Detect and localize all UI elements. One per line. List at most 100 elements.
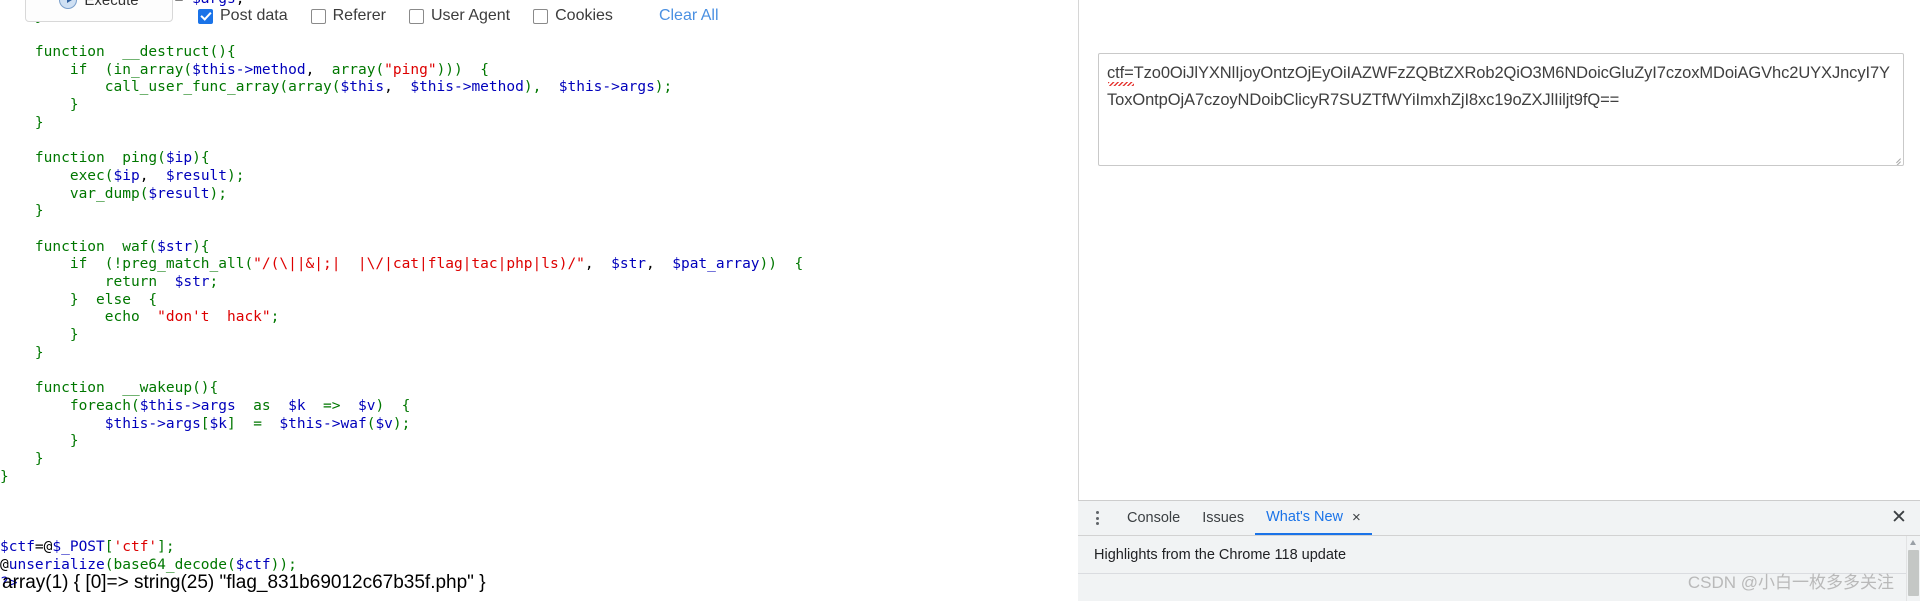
option-user-agent[interactable]: User Agent xyxy=(408,7,510,25)
drawer-tab-label: Issues xyxy=(1202,510,1245,526)
close-icon[interactable]: ✕ xyxy=(1889,508,1909,528)
clear-all-link[interactable]: Clear All xyxy=(659,7,719,25)
more-options-icon[interactable] xyxy=(1086,505,1108,531)
code-token: )) { xyxy=(759,256,804,273)
code-token: function waf xyxy=(0,238,149,255)
code-token: function ping xyxy=(0,150,158,167)
code-token: array xyxy=(331,61,376,78)
code-token: $str xyxy=(611,256,647,273)
code-token: = xyxy=(235,415,280,432)
post-data-textarea[interactable]: ctf=Tzo0OiJlYXNlIjoyOntzOjEyOiIAZWFzZQBt… xyxy=(1098,53,1904,166)
code-token: ) xyxy=(192,238,201,255)
drawer-tab-console[interactable]: Console xyxy=(1116,501,1191,535)
code-token: $result xyxy=(165,167,228,184)
php-source-code: $this->args = $args; } function __destru… xyxy=(0,0,803,592)
code-token: $ctf xyxy=(0,539,35,556)
code-token: ( xyxy=(375,61,385,78)
code-line: function waf($str){ xyxy=(0,239,803,257)
code-token: ( xyxy=(227,557,236,573)
code-token: ( xyxy=(183,61,193,78)
code-token: preg_match_all xyxy=(122,256,245,273)
code-token: unserialize xyxy=(8,557,105,573)
option-cookies[interactable]: Cookies xyxy=(533,7,613,25)
drawer-scrollbar[interactable] xyxy=(1906,536,1920,601)
code-token: ; xyxy=(270,309,280,326)
code-token: ); xyxy=(392,415,411,432)
execute-button[interactable]: Execute xyxy=(25,0,173,22)
code-token: , xyxy=(646,256,673,273)
option-referer[interactable]: Referer xyxy=(310,7,386,25)
code-line: } xyxy=(0,469,803,487)
code-line: echo "don't hack"; xyxy=(0,309,803,327)
code-token: array xyxy=(288,79,332,96)
code-token: { xyxy=(226,44,236,61)
code-token: [ xyxy=(200,415,210,432)
var-dump-output: array(1) { [0]=> string(25) "flag_831b69… xyxy=(2,572,486,593)
checkbox-icon[interactable] xyxy=(198,8,213,24)
code-token: $this->method xyxy=(410,79,524,96)
code-line: } xyxy=(0,433,803,451)
code-line: } xyxy=(0,327,803,345)
code-token: } xyxy=(0,97,79,114)
code-line: } xyxy=(0,345,803,363)
code-token: "don't hack" xyxy=(157,309,271,326)
code-token: { xyxy=(200,238,210,255)
code-token: ( xyxy=(244,256,254,273)
code-token: ; xyxy=(236,0,245,7)
code-token: , xyxy=(384,79,411,96)
code-token: } xyxy=(0,203,44,220)
code-line: } xyxy=(0,203,803,221)
code-token: } xyxy=(0,327,79,344)
textarea-resize-handle[interactable] xyxy=(1890,152,1901,163)
option-post-data[interactable]: Post data xyxy=(198,7,288,25)
drawer-tab-label: Console xyxy=(1127,510,1181,526)
option-label: Referer xyxy=(332,7,386,24)
code-token: ] xyxy=(227,415,236,432)
drawer-tab-issues[interactable]: Issues xyxy=(1191,501,1255,535)
code-token: "/(\||&|;| |\/|cat|flag|tac|php|ls)/" xyxy=(253,256,585,273)
code-token: , xyxy=(139,167,166,184)
request-options-group: Post data Referer User Agent Cookies Clear A… xyxy=(198,7,719,25)
spellcheck-underline xyxy=(1108,82,1134,86)
code-line: } xyxy=(0,97,803,115)
code-token: () xyxy=(192,380,210,397)
checkbox-icon[interactable] xyxy=(310,8,326,24)
drawer-tab-bar: Console Issues What's New × ✕ xyxy=(1078,501,1920,536)
tab-close-icon[interactable]: × xyxy=(1352,510,1361,525)
code-token: => xyxy=(305,397,358,414)
code-token: $this->args xyxy=(558,79,655,96)
whats-new-headline: Highlights from the Chrome 118 update xyxy=(1094,547,1347,563)
code-line: if (in_array($this->method, array("ping"… xyxy=(0,62,803,80)
code-token: , xyxy=(305,61,332,78)
code-token: } xyxy=(0,433,79,450)
code-token: if ( xyxy=(0,61,114,78)
code-token: ( xyxy=(279,79,289,96)
code-token: $v xyxy=(375,415,393,432)
code-token: foreach xyxy=(0,397,131,414)
code-token: echo xyxy=(0,309,158,326)
code-line: var_dump($result); xyxy=(0,186,803,204)
code-token: $this->args xyxy=(139,397,236,414)
execute-button-label: Execute xyxy=(84,0,139,9)
code-token: { xyxy=(200,150,210,167)
scroll-up-icon[interactable] xyxy=(1910,540,1916,545)
code-token: $this xyxy=(340,79,385,96)
code-token: $ip xyxy=(113,167,140,184)
drawer-tab-what-s-new[interactable]: What's New × xyxy=(1255,501,1372,535)
code-token: ( xyxy=(104,167,114,184)
scrollbar-thumb[interactable] xyxy=(1908,550,1919,596)
code-token: ))) { xyxy=(436,61,489,78)
code-token: $str xyxy=(157,238,193,255)
php-source-pane: $this->args = $args; } function __destru… xyxy=(0,0,1078,601)
checkbox-icon[interactable] xyxy=(533,8,549,24)
checkbox-icon[interactable] xyxy=(408,8,424,24)
code-line: $this->args[$k] = $this->waf($v); xyxy=(0,416,803,434)
code-line: $ctf=@$_POST['ctf']; xyxy=(0,539,803,557)
code-token: "ping" xyxy=(384,61,437,78)
